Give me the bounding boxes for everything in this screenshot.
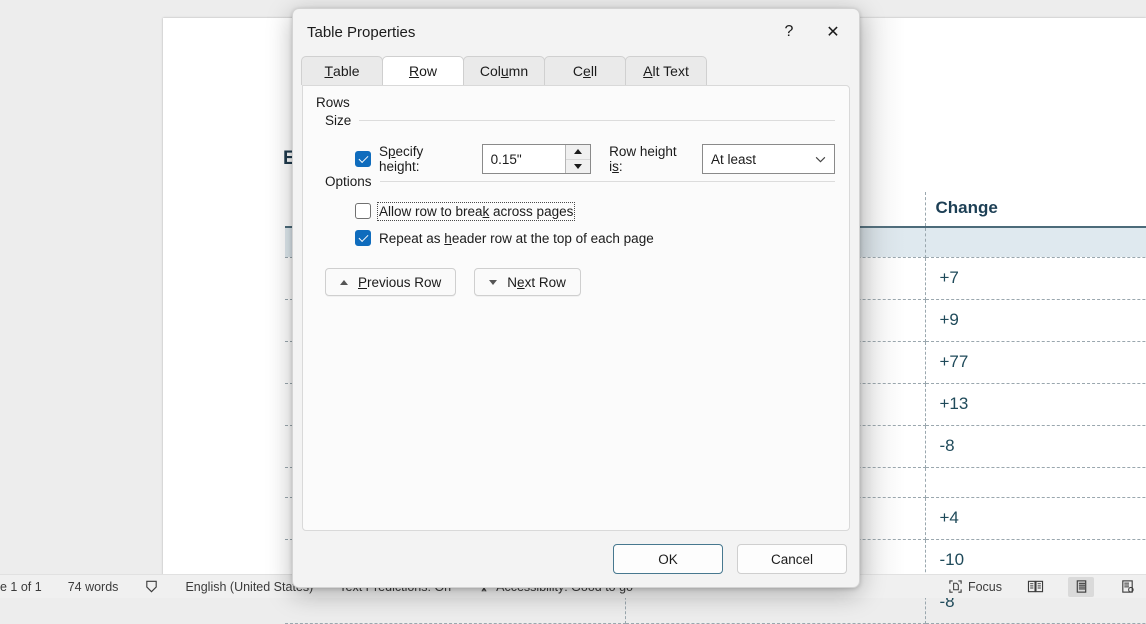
row-height-is-value: At least (703, 152, 806, 167)
row-height-input[interactable]: 0.15" (483, 145, 566, 173)
size-section-label: Size (325, 113, 351, 128)
web-layout-icon[interactable] (1114, 577, 1140, 597)
status-word-count[interactable]: 74 words (68, 580, 119, 594)
row-height-is-label: Row height is: (609, 144, 692, 174)
specify-height-checkbox[interactable] (355, 151, 371, 167)
chevron-down-icon (806, 156, 834, 163)
row-height-stepper[interactable]: 0.15" (482, 144, 592, 174)
table-cell[interactable] (925, 227, 1146, 257)
dialog-title: Table Properties (307, 24, 767, 41)
print-layout-icon[interactable] (1068, 577, 1094, 597)
focus-mode-button[interactable]: Focus (948, 579, 1002, 594)
next-row-label: Next Row (507, 275, 566, 290)
table-cell[interactable]: +77 (925, 341, 1146, 383)
previous-row-label: Previous Row (358, 275, 441, 290)
options-section: Options Allow row to break across pages … (325, 174, 835, 296)
proofing-icon[interactable] (144, 579, 159, 594)
next-row-button[interactable]: Next Row (474, 268, 581, 296)
repeat-header-row-checkbox[interactable] (355, 230, 371, 246)
cancel-button[interactable]: Cancel (737, 544, 847, 574)
table-cell[interactable]: -8 (925, 425, 1146, 467)
table-cell[interactable]: +4 (925, 497, 1146, 539)
tab-alt-text[interactable]: Alt Text (625, 56, 707, 85)
close-button[interactable]: ✕ (811, 15, 855, 49)
status-page-number[interactable]: e 1 of 1 (0, 580, 42, 594)
close-icon: ✕ (826, 22, 839, 42)
table-cell[interactable] (925, 467, 1146, 497)
read-mode-icon[interactable] (1022, 577, 1048, 597)
size-section: Size Specify height: 0.15" Row height is… (325, 113, 835, 174)
table-properties-dialog: Table Properties ? ✕ TableRowColumnCellA… (292, 8, 860, 588)
help-icon: ? (785, 23, 794, 41)
tab-row[interactable]: Row (382, 56, 464, 85)
focus-label: Focus (968, 580, 1002, 594)
options-section-label: Options (325, 174, 372, 189)
stepper-down-button[interactable] (566, 160, 590, 174)
triangle-up-icon (574, 149, 582, 154)
help-button[interactable]: ? (767, 15, 811, 49)
rows-group-label: Rows (316, 95, 350, 110)
dialog-title-bar: Table Properties ? ✕ (293, 9, 859, 55)
triangle-down-icon (574, 164, 582, 169)
stepper-up-button[interactable] (566, 145, 590, 160)
previous-row-button[interactable]: Previous Row (325, 268, 456, 296)
tab-table[interactable]: Table (301, 56, 383, 85)
allow-row-break-checkbox[interactable] (355, 203, 371, 219)
dialog-footer: OK Cancel (293, 531, 859, 587)
table-header-cell: Change (925, 192, 1146, 227)
tab-cell[interactable]: Cell (544, 56, 626, 85)
repeat-header-row-label: Repeat as header row at the top of each … (379, 231, 654, 246)
table-cell[interactable]: +9 (925, 299, 1146, 341)
specify-height-label: Specify height: (379, 144, 466, 174)
section-divider (359, 120, 835, 121)
tab-column[interactable]: Column (463, 56, 545, 85)
row-height-is-select[interactable]: At least (702, 144, 835, 174)
table-cell[interactable]: +7 (925, 257, 1146, 299)
allow-row-break-label: Allow row to break across pages (379, 204, 573, 219)
triangle-up-icon (340, 280, 348, 285)
row-tab-panel: Rows Size Specify height: 0.15" Row heig… (302, 85, 850, 531)
table-cell[interactable]: +13 (925, 383, 1146, 425)
triangle-down-icon (489, 280, 497, 285)
section-divider (380, 181, 835, 182)
dialog-tab-strip: TableRowColumnCellAlt Text (293, 55, 859, 85)
ok-button[interactable]: OK (613, 544, 723, 574)
focus-icon (948, 579, 963, 594)
